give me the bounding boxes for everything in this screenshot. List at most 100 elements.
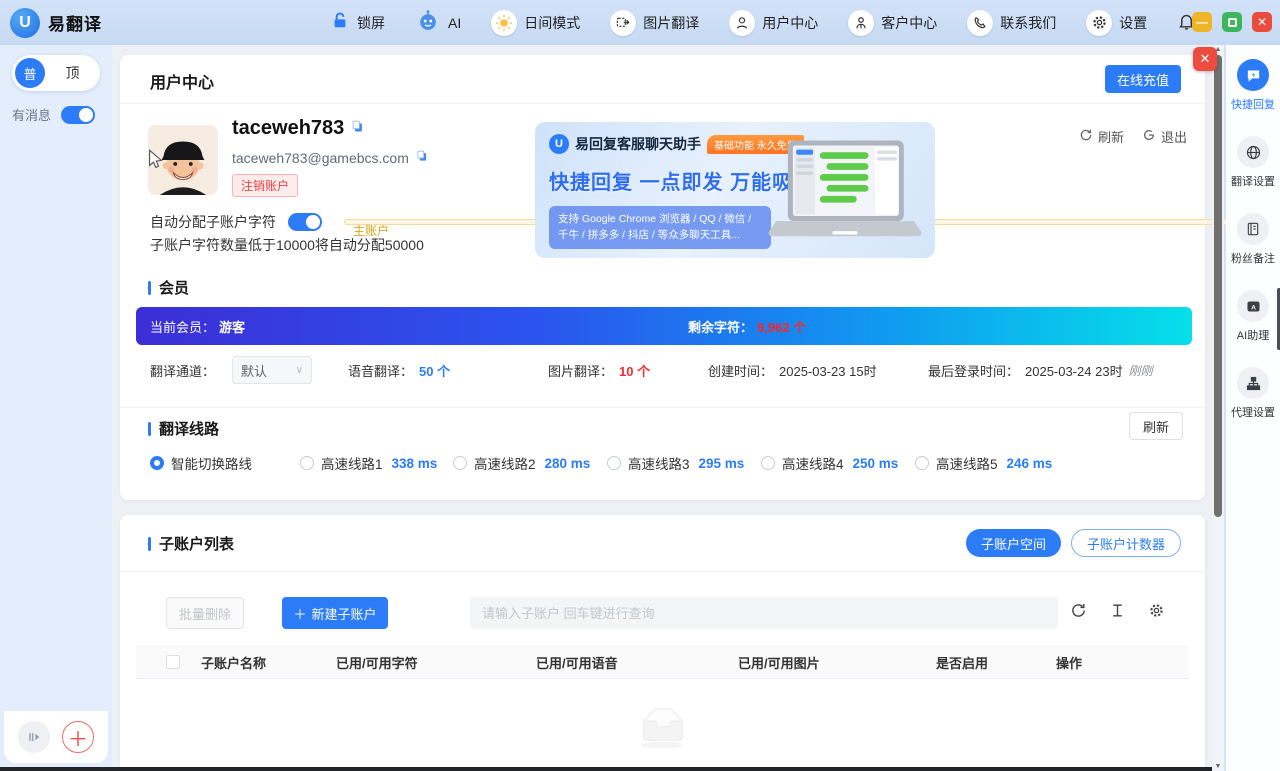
- line-latency: 338 ms: [392, 456, 438, 471]
- topbar-item-contact[interactable]: 联系我们: [967, 10, 1056, 36]
- banner-title: 易回复客服聊天助手: [575, 134, 701, 154]
- left-sidebar-footer: ＋: [4, 711, 108, 763]
- subaccount-toolbar: 批量删除 ＋ 新建子账户: [120, 597, 1205, 629]
- new-subaccount-button[interactable]: ＋ 新建子账户: [282, 597, 388, 629]
- sidebar-item-proxy-settings[interactable]: 代理设置: [1231, 367, 1275, 420]
- channel-group: 翻译通道：: [150, 355, 215, 385]
- promo-banner[interactable]: U 易回复客服聊天助手 基础功能 永久免费 快捷回复 一点即发 万能吸附 支持 …: [535, 122, 935, 258]
- refresh-account-button[interactable]: 刷新: [1079, 127, 1124, 146]
- auto-assign-switch[interactable]: [288, 213, 322, 231]
- mode-top-tab[interactable]: 顶: [45, 63, 100, 83]
- col-voice: 已用/可用语音: [536, 645, 618, 679]
- copy-email-icon[interactable]: [415, 149, 429, 166]
- window-controls: — ✕: [1192, 12, 1272, 32]
- section-bar: [148, 422, 151, 436]
- section-bar: [148, 537, 151, 551]
- subaccount-actions: 子账户空间 子账户计数器: [966, 529, 1181, 557]
- topbar-nav: 锁屏 AI 日间模式 图片翻译 用户中心: [330, 0, 1196, 45]
- line-option-3[interactable]: 高速线路3 295 ms: [607, 453, 744, 473]
- refresh-lines-button[interactable]: 刷新: [1129, 412, 1183, 440]
- line-option-2[interactable]: 高速线路2 280 ms: [453, 453, 590, 473]
- collapse-expand-button[interactable]: [18, 721, 50, 753]
- proxy-network-icon: [1237, 367, 1269, 399]
- banner-support-line1: 支持 Google Chrome 浏览器 / QQ / 微信 /: [558, 211, 762, 227]
- avatar[interactable]: [148, 125, 218, 195]
- topbar-item-settings[interactable]: 设置: [1086, 10, 1147, 36]
- deregister-account-badge[interactable]: 注销账户: [232, 174, 298, 197]
- minimize-button[interactable]: —: [1192, 12, 1212, 32]
- line-label: 智能切换路线: [171, 453, 252, 473]
- subaccount-section-label: 子账户列表: [159, 533, 234, 554]
- radio-icon[interactable]: [607, 456, 621, 470]
- mode-primary-tab[interactable]: 普: [15, 58, 45, 88]
- radio-icon[interactable]: [453, 456, 467, 470]
- scroll-down-arrow[interactable]: ▼: [1212, 763, 1224, 770]
- topbar-item-customer-center[interactable]: 客户中心: [848, 10, 937, 36]
- add-account-button[interactable]: ＋: [62, 721, 94, 753]
- col-actions: 操作: [1056, 645, 1082, 679]
- table-refresh-icon[interactable]: [1070, 602, 1087, 619]
- section-bar: [148, 281, 151, 295]
- member-info-row: 翻译通道： 默认 ∨ 语音翻译： 50 个 图片翻译： 10 个 创建时间： 2…: [120, 355, 1205, 385]
- sidebar-item-translate-settings[interactable]: 翻译设置: [1231, 136, 1275, 189]
- subaccount-search-input[interactable]: [470, 597, 1058, 629]
- has-message-row: 有消息: [12, 105, 95, 124]
- line-option-4[interactable]: 高速线路4 250 ms: [761, 453, 898, 473]
- lock-icon: [330, 11, 350, 34]
- radio-selected-icon[interactable]: [150, 456, 164, 470]
- username-row: taceweh783: [232, 117, 365, 140]
- recharge-button[interactable]: 在线充值: [1105, 65, 1181, 93]
- last-login-ago: 刚刚: [1129, 362, 1153, 379]
- select-all-checkbox[interactable]: [166, 655, 180, 669]
- copy-username-icon[interactable]: [350, 117, 365, 140]
- has-message-switch[interactable]: [61, 106, 95, 124]
- sidebar-item-fan-notes[interactable]: 粉丝备注: [1231, 213, 1275, 266]
- minimize-icon: —: [1196, 15, 1208, 29]
- last-login-label: 最后登录时间：: [928, 361, 1019, 380]
- topbar-item-lockscreen[interactable]: 锁屏: [330, 11, 385, 34]
- channel-select[interactable]: 默认 ∨: [232, 356, 312, 384]
- image-translate-icon: [610, 10, 636, 36]
- vertical-scrollbar[interactable]: ▲ ▼: [1212, 45, 1224, 771]
- sidebar-item-ai-assistant[interactable]: A AI助理: [1237, 290, 1269, 343]
- topbar-item-label: AI: [448, 15, 461, 31]
- line-label: 高速线路2: [474, 453, 536, 473]
- topbar-item-label: 联系我们: [1000, 13, 1056, 33]
- empty-state: [120, 700, 1205, 750]
- sidebar-item-label: AI助理: [1237, 327, 1269, 343]
- line-label: 高速线路4: [782, 453, 844, 473]
- radio-icon[interactable]: [915, 456, 929, 470]
- image-quota-group: 图片翻译： 10 个: [548, 355, 650, 385]
- radio-icon[interactable]: [300, 456, 314, 470]
- line-option-smart[interactable]: 智能切换路线: [150, 453, 261, 473]
- batch-delete-button[interactable]: 批量删除: [166, 597, 244, 629]
- session-actions: 刷新 退出: [1079, 127, 1187, 146]
- topbar-item-ai[interactable]: AI: [415, 8, 461, 37]
- line-options: 智能切换路线 高速线路1 338 ms 高速线路2 280 ms 高速线路3 2…: [120, 453, 1205, 475]
- radio-icon[interactable]: [761, 456, 775, 470]
- current-member-label: 当前会员：: [150, 317, 215, 336]
- subaccount-counter-button[interactable]: 子账户计数器: [1071, 529, 1181, 557]
- refresh-label: 刷新: [1098, 127, 1124, 146]
- table-density-icon[interactable]: [1109, 602, 1126, 619]
- close-button[interactable]: ✕: [1252, 12, 1272, 32]
- line-latency: 295 ms: [699, 456, 745, 471]
- topbar-item-daymode[interactable]: 日间模式: [491, 10, 580, 36]
- subaccount-card: 子账户列表 子账户空间 子账户计数器 批量删除 ＋ 新建子账户: [120, 515, 1205, 771]
- scrollbar-thumb[interactable]: [1214, 55, 1222, 517]
- subaccount-space-button[interactable]: 子账户空间: [966, 529, 1061, 557]
- logout-button[interactable]: 退出: [1142, 127, 1187, 146]
- topbar-item-user-center[interactable]: 用户中心: [729, 10, 818, 36]
- table-settings-icon[interactable]: [1148, 602, 1165, 619]
- new-subaccount-label: 新建子账户: [312, 604, 377, 623]
- account-mode-toggle[interactable]: 普 顶: [12, 55, 100, 91]
- panel-close-button[interactable]: ✕: [1193, 47, 1217, 71]
- sidebar-item-quick-reply[interactable]: 快捷回复: [1231, 59, 1275, 112]
- line-option-1[interactable]: 高速线路1 338 ms: [300, 453, 437, 473]
- app-logo-text: 易翻译: [48, 10, 102, 35]
- line-option-5[interactable]: 高速线路5 246 ms: [915, 453, 1052, 473]
- has-message-label: 有消息: [12, 105, 51, 124]
- user-icon: [729, 10, 755, 36]
- maximize-button[interactable]: [1222, 12, 1242, 32]
- topbar-item-image-translate[interactable]: 图片翻译: [610, 10, 699, 36]
